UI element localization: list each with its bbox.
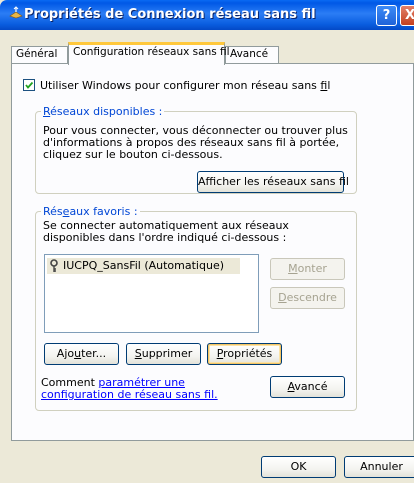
available-networks-legend: Réseaux disponibles :: [41, 105, 165, 118]
title-bar[interactable]: Propriétés de Connexion réseau sans fil …: [0, 0, 414, 30]
cancel-button[interactable]: Annuler: [344, 456, 414, 478]
checkmark-icon: [25, 81, 34, 89]
list-item[interactable]: IUCPQ_SansFil (Automatique): [47, 258, 240, 274]
close-button[interactable]: X: [400, 5, 414, 26]
move-up-button[interactable]: Monter: [270, 258, 345, 280]
window-title: Propriétés de Connexion réseau sans fil: [24, 7, 316, 22]
use-windows-checkbox[interactable]: [23, 79, 35, 91]
preferred-networks-description: Se connecter automatiquement aux réseaux…: [43, 219, 289, 244]
network-app-icon: [9, 6, 23, 19]
preferred-networks-list[interactable]: IUCPQ_SansFil (Automatique): [44, 254, 259, 333]
use-windows-label[interactable]: Utiliser Windows pour configurer mon rés…: [40, 79, 330, 92]
key-icon: [50, 259, 58, 272]
available-networks-description: Pour vous connecter, vous déconnecter ou…: [43, 124, 348, 161]
properties-button[interactable]: Propriétés: [207, 343, 282, 365]
tab-general[interactable]: Général: [11, 46, 68, 63]
dialog-window: Propriétés de Connexion réseau sans fil …: [0, 0, 414, 483]
tab-advanced[interactable]: Avancé: [225, 46, 279, 63]
preferred-networks-legend: Réseaux favoris :: [41, 205, 140, 218]
tab-wireless-config[interactable]: Configuration réseaux sans fil: [68, 42, 230, 65]
show-wireless-networks-button[interactable]: Afficher les réseaux sans fil: [197, 171, 349, 193]
move-down-button[interactable]: Descendre: [270, 287, 345, 309]
ok-button[interactable]: OK: [261, 456, 336, 478]
learn-more-text: Comment paramétrer une configuration de …: [41, 376, 218, 401]
network-name: IUCPQ_SansFil (Automatique): [63, 259, 224, 272]
add-button[interactable]: Ajouter...: [44, 343, 119, 365]
advanced-button[interactable]: Avancé: [270, 376, 345, 398]
remove-button[interactable]: Supprimer: [126, 343, 201, 365]
help-button[interactable]: ?: [376, 5, 397, 26]
